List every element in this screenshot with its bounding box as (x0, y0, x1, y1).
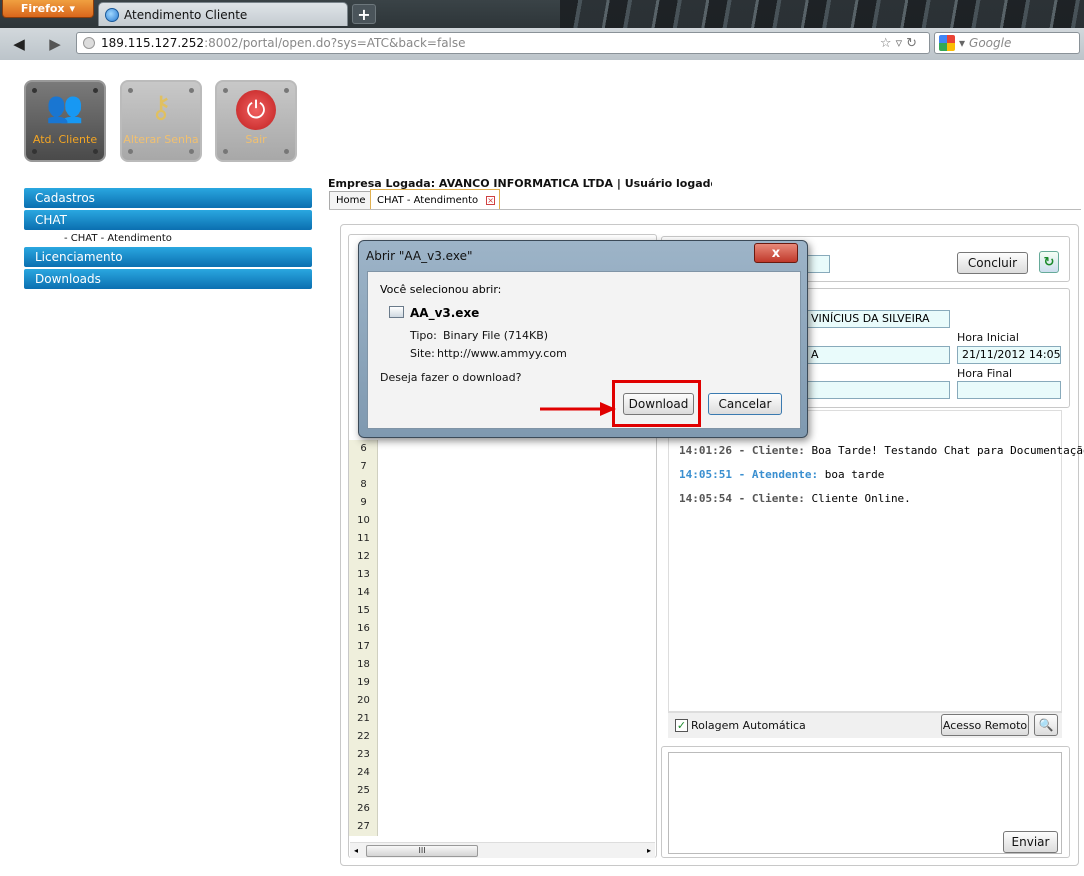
tab-divider (329, 209, 1081, 210)
key-icon: ⚷ (150, 90, 172, 125)
browser-tab[interactable]: Atendimento Cliente (98, 2, 348, 26)
line-number: 21 (357, 713, 370, 724)
line-number: 23 (357, 749, 370, 760)
concluir-button[interactable]: Concluir (957, 252, 1028, 274)
google-icon[interactable] (939, 35, 955, 51)
editor-text-area[interactable] (380, 440, 655, 836)
menu-chat-atendimento[interactable]: - CHAT - Atendimento (64, 233, 172, 244)
url-host: 189.115.127.252 (101, 36, 205, 50)
url-bar[interactable]: 189.115.127.252:8002/portal/open.do?sys=… (76, 32, 930, 54)
acesso-remoto-button[interactable]: Acesso Remoto (941, 714, 1029, 736)
back-arrow-icon[interactable]: ◀ (8, 34, 30, 54)
menu-downloads[interactable]: Downloads (24, 269, 312, 289)
users-icon: 👥 (46, 90, 84, 125)
menu-chat[interactable]: CHAT (24, 210, 312, 230)
line-number: 10 (357, 515, 370, 526)
zoom-icon[interactable]: 🔍 (1034, 714, 1058, 736)
line-number: 16 (357, 623, 370, 634)
line-number: 19 (357, 677, 370, 688)
line-number: 6 (360, 443, 367, 454)
tab-title: Atendimento Cliente (124, 7, 248, 22)
line-number: 9 (360, 497, 367, 508)
line-number: 27 (357, 821, 370, 832)
atd-cliente-button[interactable]: 👥 Atd. Cliente (24, 80, 106, 162)
scroll-right-icon[interactable]: ▸ (647, 846, 651, 855)
sair-button[interactable]: ⏻ Sair (215, 80, 297, 162)
site-value: http://www.ammyy.com (437, 347, 567, 360)
dropdown-icon[interactable]: ▿ (896, 36, 907, 51)
line-number-gutter: 6 7 8 9 10 11 12 13 14 15 16 17 18 19 20 21 22 23 24 25 26 27 (349, 440, 378, 836)
alterar-senha-button[interactable]: ⚷ Alterar Senha (120, 80, 202, 162)
tipo-label: Tipo: (410, 329, 437, 342)
chevron-down-icon[interactable]: ▾ (959, 36, 965, 50)
line-number: 14 (357, 587, 370, 598)
line-number: 18 (357, 659, 370, 670)
red-arrow-icon (540, 402, 616, 416)
refresh-icon[interactable]: ↻ (1039, 251, 1059, 273)
tab-chat-label: CHAT - Atendimento (377, 194, 479, 206)
site-identity-icon[interactable] (83, 37, 95, 49)
hora-inicial-field[interactable]: 21/11/2012 14:05:43 (957, 346, 1061, 364)
new-tab-button[interactable]: + (352, 4, 376, 24)
site-label: Site: (410, 347, 435, 360)
hora-final-label: Hora Final (957, 367, 1013, 380)
url-path: :8002/portal/open.do?sys=ATC&back=false (204, 36, 466, 50)
dialog-filename: AA_v3.exe (410, 306, 480, 320)
line-number: 26 (357, 803, 370, 814)
line-number: 8 (360, 479, 367, 490)
file-icon (389, 306, 404, 318)
line-number: 15 (357, 605, 370, 616)
enviar-button[interactable]: Enviar (1003, 831, 1058, 853)
line-number: 24 (357, 767, 370, 778)
rolagem-checkbox[interactable]: ✓ (675, 719, 688, 732)
chat-log: 14:01:26 - Cliente: Boa Tarde! Testando … (668, 410, 1084, 712)
rolagem-label: Rolagem Automática (691, 719, 806, 732)
line-number: 11 (357, 533, 370, 544)
menu-cadastros[interactable]: Cadastros (24, 188, 312, 208)
reload-icon[interactable]: ↻ (906, 36, 921, 51)
tab-chat-atendimento[interactable]: CHAT - Atendimento × (370, 189, 500, 210)
client-name-field[interactable]: VINÍCIUS DA SILVEIRA (806, 310, 950, 328)
line-number: 22 (357, 731, 370, 742)
hora-inicial-label: Hora Inicial (957, 331, 1019, 344)
dialog-title: Abrir "AA_v3.exe" (366, 249, 473, 263)
menu-licenciamento[interactable]: Licenciamento (24, 247, 312, 267)
sair-label: Sair (245, 133, 267, 146)
cancelar-button[interactable]: Cancelar (708, 393, 782, 415)
chevron-down-icon: ▾ (69, 2, 76, 15)
firefox-menu-button[interactable]: Firefox ▾ (2, 0, 94, 18)
chat-message: 14:01:26 - Cliente: Boa Tarde! Testando … (679, 444, 1084, 457)
close-icon[interactable]: × (486, 195, 496, 205)
alterar-senha-label: Alterar Senha (123, 133, 199, 146)
line-number: 12 (357, 551, 370, 562)
search-placeholder: Google (969, 36, 1012, 50)
scroll-left-icon[interactable]: ◂ (354, 846, 358, 855)
line-number: 20 (357, 695, 370, 706)
firefox-button-label: Firefox (20, 2, 65, 15)
forward-arrow-icon[interactable]: ▶ (44, 34, 66, 54)
globe-icon (105, 7, 119, 22)
scroll-thumb[interactable]: III (366, 844, 479, 857)
line-number: 17 (357, 641, 370, 652)
chat-message: 14:05:51 - Atendente: boa tarde (679, 468, 885, 481)
line-number: 7 (360, 461, 367, 472)
line-number: 25 (357, 785, 370, 796)
dialog-close-button[interactable]: x (754, 243, 798, 263)
power-icon: ⏻ (236, 90, 276, 130)
line-number: 13 (357, 569, 370, 580)
dialog-intro: Você selecionou abrir: (380, 283, 502, 296)
highlight-box (612, 380, 701, 427)
top-field[interactable] (806, 255, 830, 273)
client-field-3[interactable] (806, 381, 950, 399)
search-bar[interactable]: ▾ Google (934, 32, 1080, 54)
horizontal-scrollbar[interactable]: ◂ III ▸ (350, 842, 655, 858)
dialog-question: Deseja fazer o download? (380, 371, 522, 384)
tipo-value: Binary File (714KB) (443, 329, 549, 342)
atd-cliente-label: Atd. Cliente (32, 133, 98, 146)
client-field-2[interactable]: A (806, 346, 950, 364)
tab-home[interactable]: Home (329, 191, 373, 210)
bookmark-star-icon[interactable]: ☆ (880, 36, 896, 51)
chat-message: 14:05:54 - Cliente: Cliente Online. (679, 492, 911, 505)
hora-final-field[interactable] (957, 381, 1061, 399)
